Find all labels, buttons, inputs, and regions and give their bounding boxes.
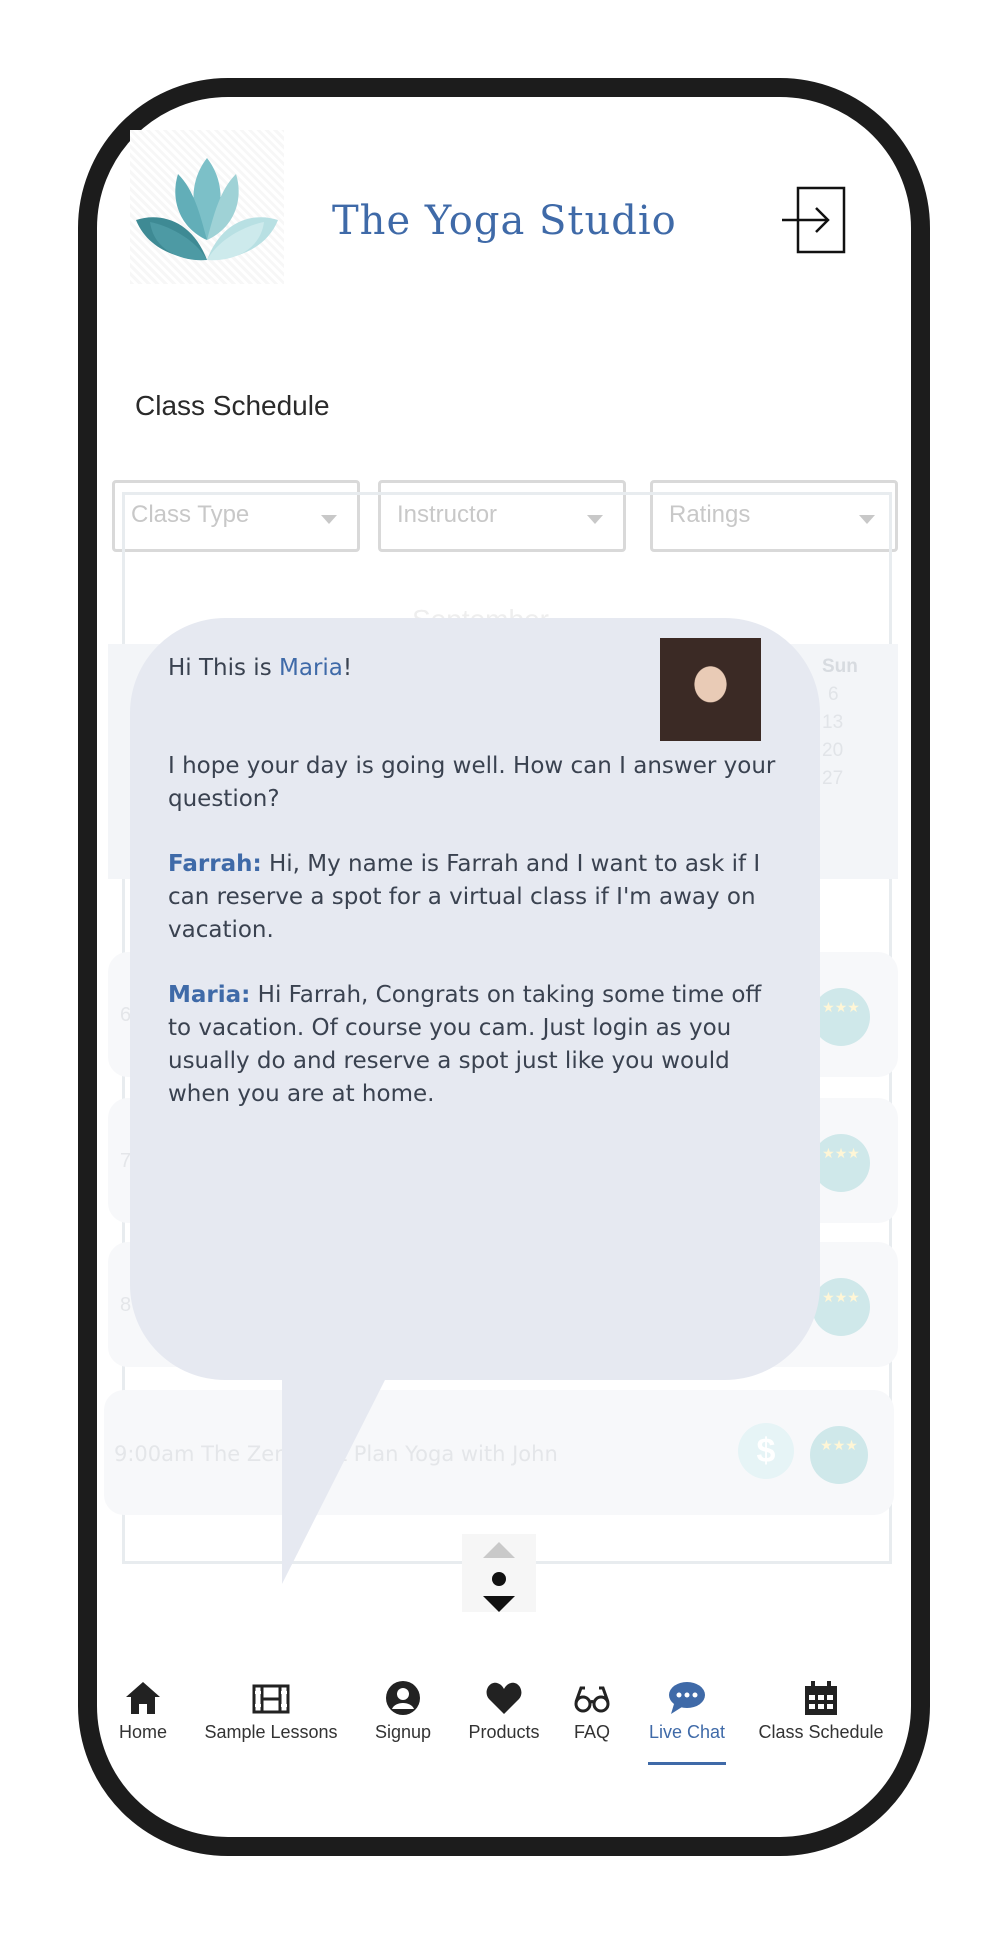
greeting-suffix: ! [342,655,353,681]
message-sender: Farrah: [168,851,262,877]
nav-item-sample-lessons[interactable]: Sample Lessons [203,1680,339,1743]
nav-item-products[interactable]: Products [464,1680,544,1743]
chat-greeting: Hi This is Maria! [168,655,352,681]
rating-badge: ★★★ [810,1426,868,1484]
home-icon [126,1682,160,1714]
app-title: The Yoga Studio [332,198,677,244]
rating-badge: ★★★ [812,1134,870,1192]
scroll-down-icon [483,1596,515,1612]
message-sender: Maria: [168,982,251,1008]
chat-message: Farrah: Hi, My name is Farrah and I want… [168,848,784,947]
chat-bubble-tail [282,1378,386,1584]
chat-intro: I hope your day is going well. How can I… [168,753,776,812]
chat-message: Maria: Hi Farrah, Congrats on taking som… [168,979,784,1111]
scroll-handle-icon [492,1572,506,1586]
user-circle-icon [386,1681,420,1715]
login-arrow-icon[interactable] [780,186,846,254]
nav-label: Live Chat [648,1722,726,1742]
greeting-prefix: Hi This is [168,655,279,681]
nav-item-live-chat[interactable]: Live Chat [646,1680,728,1743]
nav-item-class-schedule[interactable]: Class Schedule [756,1680,886,1743]
nav-item-signup[interactable]: Signup [372,1680,434,1743]
star-icon: ★★★ [822,999,860,1015]
calendar-date[interactable]: 20 [822,740,843,762]
nav-label: Class Schedule [758,1722,884,1742]
star-icon: ★★★ [822,1145,860,1161]
chat-transcript: I hope your day is going well. How can I… [168,750,784,1143]
film-icon [252,1684,290,1714]
active-tab-indicator [648,1762,726,1765]
price-badge: $ [738,1423,794,1479]
nav-label: Products [468,1722,540,1742]
agent-avatar [660,638,761,741]
lotus-logo-icon [130,130,284,284]
star-icon: ★★★ [820,1437,858,1453]
nav-item-home[interactable]: Home [118,1680,168,1743]
nav-label: Sample Lessons [204,1722,338,1742]
rating-badge: ★★★ [812,988,870,1046]
nav-label: Home [118,1722,167,1742]
glasses-icon [574,1686,610,1713]
calendar-date[interactable]: 27 [822,768,843,790]
page-title: Class Schedule [135,390,330,421]
calendar-icon [805,1681,837,1715]
star-icon: ★★★ [822,1289,860,1305]
message-text: Hi Farrah, Congrats on taking some time … [168,982,762,1107]
scroll-up-icon [483,1542,515,1558]
nav-label: Signup [374,1722,432,1742]
agent-name[interactable]: Maria [279,655,343,681]
scroll-control[interactable] [462,1534,536,1612]
calendar-date[interactable]: 13 [822,712,843,734]
calendar-day-header: Sun [822,656,858,677]
nav-label: FAQ [573,1722,610,1742]
chat-bubble-icon [669,1682,705,1714]
class-time: 8 [120,1294,132,1316]
calendar-date[interactable]: 6 [828,684,839,706]
heart-icon [486,1682,522,1714]
rating-badge: ★★★ [812,1278,870,1336]
nav-item-faq[interactable]: FAQ [570,1680,614,1743]
